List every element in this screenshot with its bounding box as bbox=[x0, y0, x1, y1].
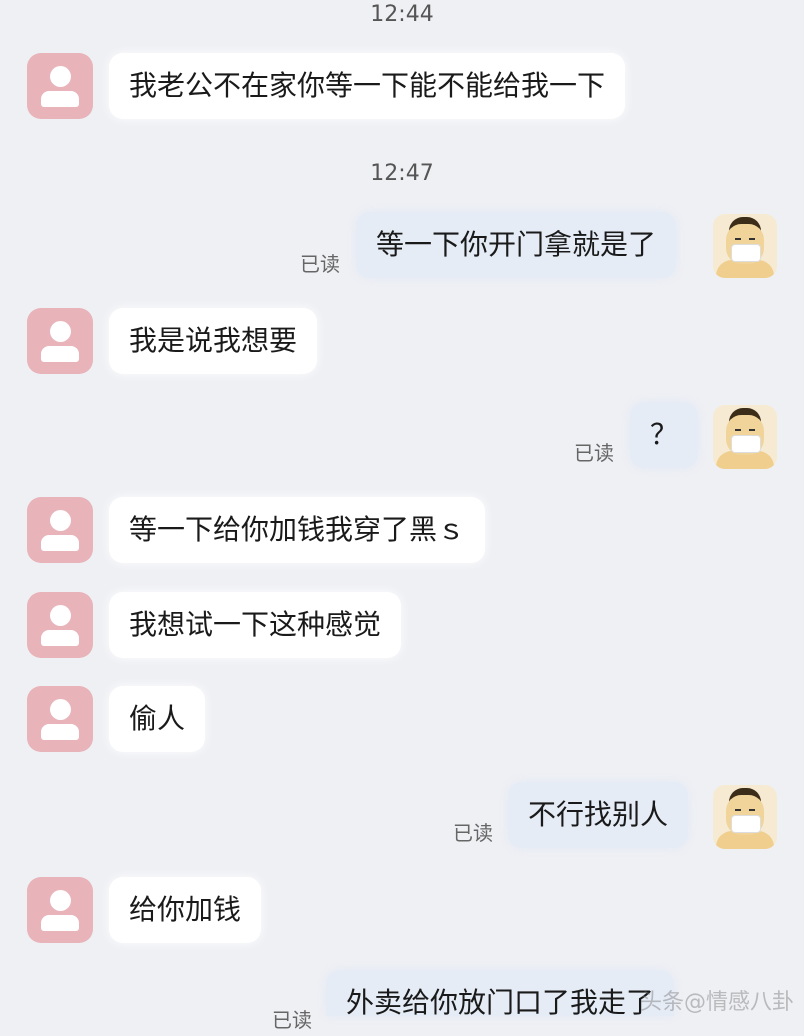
read-status: 已读 bbox=[300, 252, 340, 276]
message-bubble-outgoing[interactable]: 等一下你开门拿就是了 bbox=[356, 212, 677, 278]
message-bubble-outgoing[interactable]: 不行找别人 bbox=[508, 782, 689, 848]
avatar-body-icon bbox=[41, 91, 79, 107]
message-bubble-outgoing[interactable]: 外卖给你放门口了我走了 bbox=[326, 970, 675, 1019]
message-bubble-incoming[interactable]: 我是说我想要 bbox=[109, 308, 318, 374]
avatar-head-icon bbox=[50, 66, 71, 87]
avatar-head-icon bbox=[50, 890, 71, 911]
read-status: 已读 bbox=[272, 1008, 312, 1032]
avatar-body-icon bbox=[41, 724, 79, 740]
message-bubble-incoming[interactable]: 给你加钱 bbox=[109, 877, 262, 943]
avatar-body-icon bbox=[41, 346, 79, 362]
contact-avatar[interactable] bbox=[27, 877, 93, 943]
contact-avatar[interactable] bbox=[27, 592, 93, 658]
avatar-head-icon bbox=[50, 605, 71, 626]
face-mask-icon bbox=[731, 435, 761, 453]
avatar-body-icon bbox=[41, 630, 79, 646]
read-status: 已读 bbox=[453, 821, 493, 845]
contact-avatar[interactable] bbox=[27, 686, 93, 752]
contact-avatar[interactable] bbox=[27, 497, 93, 563]
avatar-body-icon bbox=[41, 535, 79, 551]
timestamp: 12:44 bbox=[370, 2, 434, 27]
contact-avatar[interactable] bbox=[27, 53, 93, 119]
face-mask-icon bbox=[731, 244, 761, 262]
user-avatar[interactable] bbox=[713, 785, 777, 849]
avatar-head-icon bbox=[50, 510, 71, 531]
contact-avatar[interactable] bbox=[27, 308, 93, 374]
timestamp: 12:47 bbox=[370, 161, 434, 186]
face-mask-icon bbox=[731, 815, 761, 833]
read-status: 已读 bbox=[574, 441, 614, 465]
avatar-head-icon bbox=[50, 321, 71, 342]
message-bubble-incoming[interactable]: 等一下给你加钱我穿了黑ｓ bbox=[109, 497, 486, 563]
user-avatar[interactable] bbox=[713, 405, 777, 469]
message-bubble-incoming[interactable]: 偷人 bbox=[109, 686, 206, 752]
avatar-body-icon bbox=[41, 915, 79, 931]
user-avatar[interactable] bbox=[713, 214, 777, 278]
message-bubble-incoming[interactable]: 我想试一下这种感觉 bbox=[109, 592, 402, 658]
message-bubble-incoming[interactable]: 我老公不在家你等一下能不能给我一下 bbox=[109, 53, 626, 119]
watermark: 头条@情感八卦 bbox=[639, 990, 794, 1015]
message-bubble-outgoing[interactable]: ？ bbox=[630, 402, 699, 468]
avatar-head-icon bbox=[50, 699, 71, 720]
